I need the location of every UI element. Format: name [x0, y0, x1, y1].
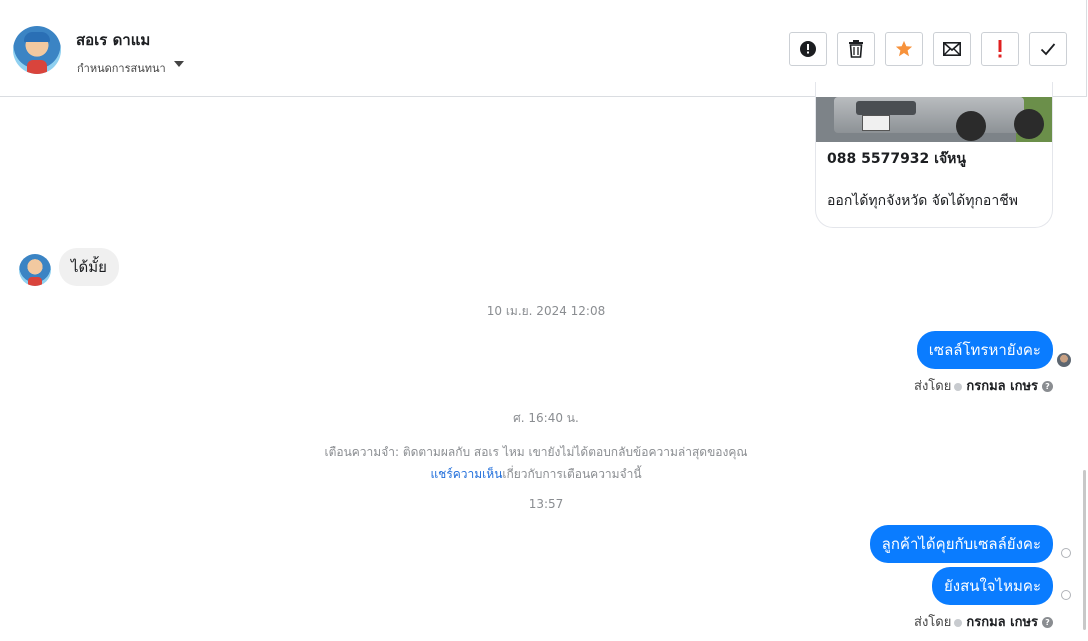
exclamation-icon: [998, 40, 1002, 58]
mark-unread-button[interactable]: [933, 32, 971, 66]
incoming-message[interactable]: ได้มั้ย: [59, 248, 119, 286]
card-title: 088 5577932 เจ๊หนู: [827, 151, 966, 167]
outgoing-message[interactable]: ยังสนใจไหมคะ: [931, 567, 1053, 605]
done-button[interactable]: [1029, 32, 1067, 66]
report-button[interactable]: [789, 32, 827, 66]
page-icon: [954, 618, 963, 627]
delivered-icon: [1061, 590, 1071, 600]
sender-avatar[interactable]: [19, 254, 51, 286]
shared-post-card[interactable]: 088 5577932 เจ๊หนู ออกได้ทุกจังหวัด จัดไ…: [815, 82, 1053, 228]
seen-avatar: [1057, 353, 1071, 367]
reminder-text: เตือนความจำ: ติดตามผลกับ สอเร ไหม เขายัง…: [324, 445, 748, 459]
scrollbar[interactable]: [1083, 470, 1086, 630]
card-image: [816, 97, 1052, 142]
contact-avatar[interactable]: [13, 26, 61, 74]
timestamp: ศ. 16:40 น.: [513, 411, 579, 425]
help-icon[interactable]: ?: [1042, 381, 1053, 392]
sent-by-name[interactable]: กรกมล เกษร: [966, 615, 1038, 630]
caret-down-icon[interactable]: [174, 61, 184, 67]
important-button[interactable]: [981, 32, 1019, 66]
outgoing-message[interactable]: เซลล์โทรหายังคะ: [916, 331, 1053, 369]
card-text: ออกได้ทุกจังหวัด จัดได้ทุกอาชีพ: [827, 193, 1018, 209]
sent-by-label: ส่งโดย: [914, 379, 952, 394]
delete-button[interactable]: [837, 32, 875, 66]
sent-by-info: ส่งโดย กรกมล เกษร?: [914, 611, 1053, 632]
timestamp: 13:57: [528, 497, 564, 511]
sent-by-label: ส่งโดย: [914, 615, 952, 630]
star-button[interactable]: [885, 32, 923, 66]
checkmark-icon: [1040, 43, 1056, 56]
delivered-icon: [1061, 548, 1071, 558]
envelope-icon: [943, 42, 961, 56]
help-icon[interactable]: ?: [1042, 617, 1053, 628]
timestamp: 10 เม.ย. 2024 12:08: [486, 304, 606, 318]
assign-conversation-dropdown[interactable]: กำหนดการสนทนา: [77, 59, 166, 77]
reminder-text-rest: เกี่ยวกับการเตือนความจำนี้: [502, 467, 642, 481]
follow-up-reminder: เตือนความจำ: ติดตามผลกับ สอเร ไหม เขายัง…: [200, 443, 872, 484]
outgoing-message[interactable]: ลูกค้าได้คุยกับเซลล์ยังคะ: [869, 525, 1053, 563]
sent-by-info: ส่งโดย กรกมล เกษร?: [914, 375, 1053, 396]
trash-icon: [849, 40, 863, 58]
share-feedback-link[interactable]: แชร์ความเห็น: [430, 467, 502, 481]
sent-by-name[interactable]: กรกมล เกษร: [966, 379, 1038, 394]
alert-circle-icon: [800, 41, 816, 57]
contact-name[interactable]: สอเร ดาแม: [76, 28, 150, 52]
star-icon: [895, 40, 913, 57]
page-icon: [954, 382, 963, 391]
